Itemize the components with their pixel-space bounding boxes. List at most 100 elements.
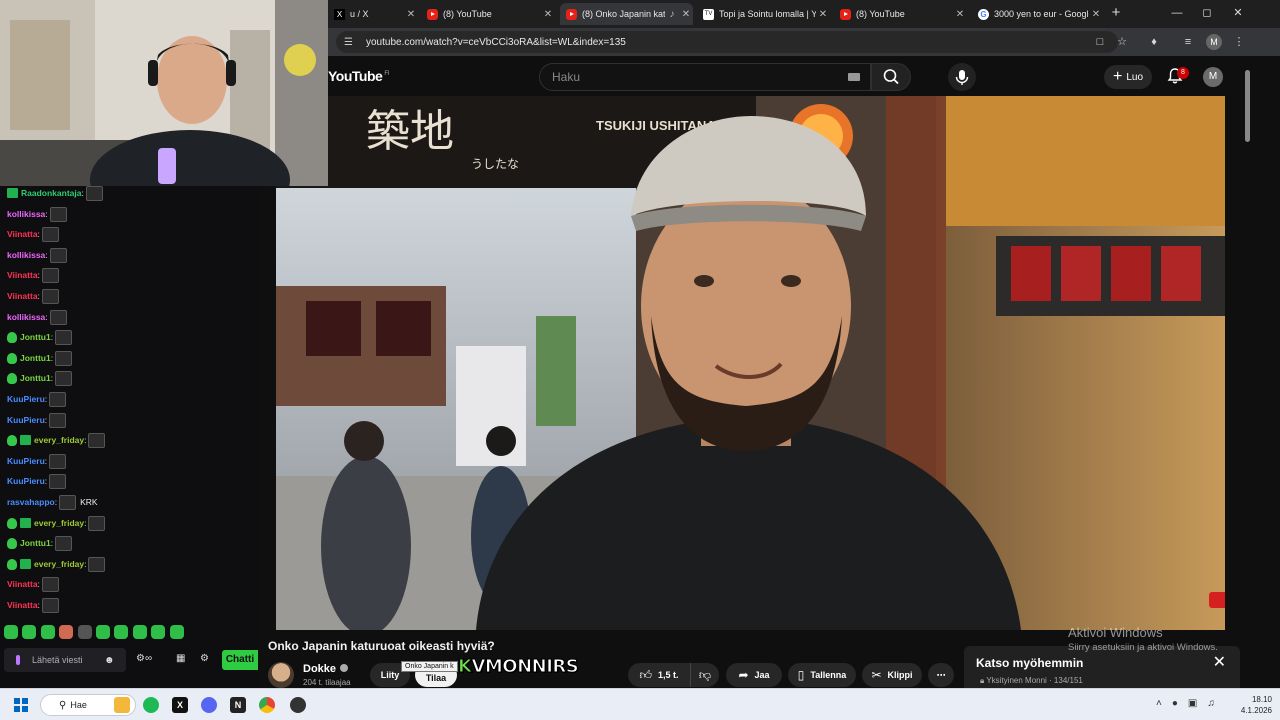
close-tab-icon[interactable]: ✕ [1089, 9, 1103, 20]
emote-picker-icon[interactable]: ☻ [104, 655, 115, 666]
chat-emote-icon[interactable] [49, 391, 67, 407]
chat-username[interactable]: KuuPieru [7, 394, 45, 404]
page-scrollbar[interactable] [1245, 70, 1250, 142]
file-explorer-icon[interactable] [114, 697, 130, 713]
chat-emote-icon[interactable] [49, 453, 67, 469]
chrome-menu-icon[interactable]: ⋮ [1231, 34, 1247, 50]
chat-emote-icon[interactable] [41, 597, 59, 613]
chat-emote-icon[interactable] [88, 515, 106, 531]
chat-settings-icon[interactable]: ⚙∞ [136, 653, 152, 664]
create-button[interactable]: + Luo [1104, 65, 1152, 89]
extensions-icon[interactable]: ♦ [1146, 34, 1162, 50]
emote-icon[interactable] [59, 625, 74, 639]
chat-emote-icon[interactable] [88, 432, 106, 448]
chat-emote-icon[interactable] [55, 370, 73, 386]
keyboard-icon[interactable] [848, 73, 860, 81]
omnibox[interactable]: ☰ youtube.com/watch?v=ceVbCCi3oRA&list=W… [336, 31, 1118, 53]
subscriber-badge-icon[interactable] [7, 331, 17, 343]
browser-tab[interactable]: G 3000 yen to eur - Google ✕ [972, 3, 1103, 25]
browser-tab[interactable]: TV Topi ja Sointu lomalla | Yl ✕ [697, 3, 830, 25]
chat-username[interactable]: KuuPieru [7, 476, 45, 486]
chat-emote-icon[interactable] [49, 309, 67, 325]
install-app-icon[interactable]: □ [1092, 34, 1108, 50]
chat-emote-icon[interactable] [55, 329, 73, 345]
clip-button[interactable]: ✂ Klippi [862, 663, 922, 687]
close-tab-icon[interactable]: ✕ [816, 9, 830, 20]
chat-username[interactable]: Viinatta [7, 291, 38, 301]
minimize-button[interactable]: — [1164, 4, 1190, 22]
browser-tab[interactable]: (8) Onko Japanin katu ♪ ✕ [560, 3, 693, 25]
emote-icon[interactable] [151, 625, 166, 639]
chat-username[interactable]: Jonttu1 [20, 373, 51, 383]
browser-tab[interactable]: (8) YouTube ✕ [421, 3, 555, 25]
subscriber-badge-icon[interactable] [7, 517, 17, 529]
gift-badge-icon[interactable] [7, 188, 18, 198]
chat-emote-icon[interactable] [41, 288, 59, 304]
chat-username[interactable]: Jonttu1 [20, 353, 51, 363]
chat-emote-icon[interactable] [41, 267, 59, 283]
emote-icon[interactable] [114, 625, 129, 639]
close-tab-icon[interactable]: ✕ [679, 9, 693, 20]
network-icon[interactable]: ▣ [1188, 698, 1197, 709]
account-avatar[interactable]: M [1203, 67, 1223, 87]
chat-username[interactable]: Viinatta [7, 270, 38, 280]
chat-username[interactable]: Jonttu1 [20, 332, 51, 342]
chat-username[interactable]: Raadonkantaja [21, 188, 81, 198]
chat-username[interactable]: Viinatta [7, 600, 38, 610]
save-button[interactable]: ▯ Tallenna [788, 663, 856, 687]
subscriber-badge-icon[interactable] [7, 372, 17, 384]
subscriber-badge-icon[interactable] [7, 434, 17, 446]
emote-icon[interactable] [169, 625, 184, 639]
subscriber-badge-icon[interactable] [7, 537, 17, 549]
chat-emote-icon[interactable] [41, 576, 59, 592]
chat-username[interactable]: kollikissa [7, 312, 45, 322]
gear-icon[interactable]: ⚙ [200, 653, 209, 664]
youtube-logo[interactable]: YouTube FI [328, 68, 389, 84]
more-actions-button[interactable]: ⋯ [928, 663, 954, 687]
store-icon[interactable]: ▦ [176, 653, 185, 664]
chevron-up-icon[interactable]: ˄ [1156, 698, 1162, 709]
emote-icon[interactable] [132, 625, 147, 639]
chat-username[interactable]: every_friday [34, 518, 84, 528]
volume-icon[interactable]: ♫ [1207, 698, 1215, 709]
channel-name[interactable]: Dokke [303, 663, 349, 675]
gift-badge-icon[interactable] [20, 559, 31, 569]
chat-username[interactable]: Viinatta [7, 229, 38, 239]
browser-tab[interactable]: (8) YouTube ✕ [834, 3, 967, 25]
browser-tab[interactable]: Xu / X ✕ [328, 3, 418, 25]
chat-username[interactable]: kollikissa [7, 209, 45, 219]
chat-emote-icon[interactable] [55, 535, 73, 551]
share-button[interactable]: ➦ Jaa [726, 663, 782, 687]
chat-emote-icon[interactable] [59, 494, 77, 510]
chat-username[interactable]: Jonttu1 [20, 538, 51, 548]
new-tab-button[interactable]: + [1103, 4, 1129, 22]
close-tab-icon[interactable]: ✕ [541, 9, 555, 20]
search-button[interactable] [871, 63, 911, 91]
emote-icon[interactable] [40, 625, 55, 639]
discord-icon[interactable] [201, 697, 217, 713]
x-app-icon[interactable]: X [172, 697, 188, 713]
obs-icon[interactable] [290, 697, 306, 713]
emote-icon[interactable] [77, 625, 92, 639]
emote-icon[interactable] [95, 625, 110, 639]
chat-emote-icon[interactable] [49, 247, 67, 263]
chat-emote-icon[interactable] [49, 206, 67, 222]
gift-badge-icon[interactable] [20, 518, 31, 528]
chat-username[interactable]: rasvahappo [7, 497, 55, 507]
url-text[interactable]: youtube.com/watch?v=ceVbCCi3oRA&list=WL&… [366, 37, 626, 48]
chat-username[interactable]: every_friday [34, 435, 84, 445]
search-input[interactable] [550, 69, 834, 85]
spotify-icon[interactable] [143, 697, 159, 713]
channel-avatar[interactable] [268, 662, 294, 688]
emote-icon[interactable] [4, 625, 18, 639]
dislike-button[interactable]: 👎︎ [690, 663, 719, 687]
chat-emote-icon[interactable] [88, 556, 106, 572]
chat-emote-icon[interactable] [49, 473, 67, 489]
windows-start-icon[interactable] [14, 698, 28, 712]
site-info-icon[interactable]: ☰ [344, 37, 358, 48]
chat-username[interactable]: Viinatta [7, 579, 38, 589]
microphone-icon[interactable]: ● [1172, 698, 1178, 709]
playlist-title[interactable]: Katso myöhemmin [976, 656, 1083, 670]
voice-search-button[interactable] [948, 63, 976, 91]
chat-username[interactable]: KuuPieru [7, 415, 45, 425]
